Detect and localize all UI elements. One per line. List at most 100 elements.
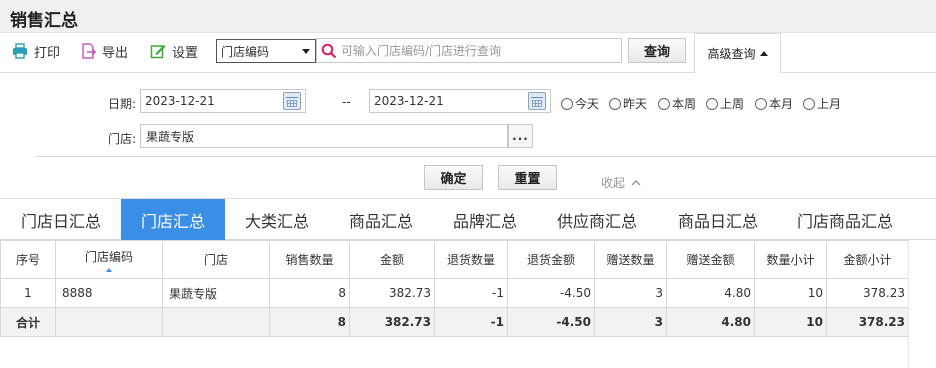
settings-edit-icon bbox=[150, 45, 166, 59]
date-to-value: 2023-12-21 bbox=[374, 94, 444, 108]
summary-cell: 8 bbox=[269, 307, 350, 337]
tab-product-daily-summary[interactable]: 商品日汇总 bbox=[666, 199, 770, 240]
column-header[interactable]: 退货数量 bbox=[434, 240, 508, 279]
table-header-row: 序号 门店编码 门店 销售数量 金额 退货数量 退货金额 赠送数量 赠送金额 数… bbox=[0, 240, 909, 279]
column-header[interactable]: 赠送数量 bbox=[594, 240, 667, 279]
table-cell: 8 bbox=[269, 278, 350, 308]
search-placeholder: 可输入门店编码/门店进行查询 bbox=[341, 44, 502, 58]
tab-store-summary[interactable]: 门店汇总 bbox=[121, 199, 225, 240]
summary-tabs: 门店日汇总 门店汇总 大类汇总 商品汇总 品牌汇总 供应商汇总 商品日汇总 门店… bbox=[0, 198, 936, 240]
printer-icon bbox=[13, 43, 27, 59]
column-header[interactable]: 数量小计 bbox=[754, 240, 827, 279]
radio-circle[interactable] bbox=[561, 97, 573, 110]
data-table: 序号 门店编码 门店 销售数量 金额 退货数量 退货金额 赠送数量 赠送金额 数… bbox=[0, 240, 909, 337]
export-button[interactable]: 导出 bbox=[80, 40, 128, 62]
radio-yesterday[interactable]: 昨天 bbox=[609, 95, 647, 112]
print-button[interactable]: 打印 bbox=[12, 40, 60, 62]
collapse-link[interactable]: 收起 bbox=[601, 174, 641, 191]
table-cell: 1 bbox=[0, 278, 56, 308]
search-icon bbox=[321, 43, 337, 58]
chevron-up-icon bbox=[631, 180, 641, 186]
store-picker-button[interactable]: ... bbox=[508, 124, 533, 148]
advanced-search-tab[interactable]: 高级查询 bbox=[694, 33, 781, 73]
column-header-sorted[interactable]: 门店编码 bbox=[55, 240, 163, 279]
radio-this-month[interactable]: 本月 bbox=[755, 95, 793, 112]
column-header[interactable]: 金额小计 bbox=[826, 240, 909, 279]
table-cell: -4.50 bbox=[507, 278, 595, 308]
store-value: 果蔬专版 bbox=[146, 129, 195, 144]
table-row[interactable]: 1 8888 果蔬专版 8 382.73 -1 -4.50 3 4.80 10 … bbox=[0, 278, 909, 308]
tab-product-summary[interactable]: 商品汇总 bbox=[338, 199, 424, 240]
page-title: 销售汇总 bbox=[10, 11, 78, 31]
table-cell: 10 bbox=[754, 278, 827, 308]
table-cell: -1 bbox=[434, 278, 508, 308]
radio-last-month[interactable]: 上月 bbox=[803, 95, 841, 112]
table-cell: 8888 bbox=[55, 278, 163, 308]
summary-cell: 3 bbox=[594, 307, 667, 337]
radio-label: 昨天 bbox=[623, 97, 648, 111]
date-separator: -- bbox=[342, 95, 351, 109]
tab-category-summary[interactable]: 大类汇总 bbox=[234, 199, 320, 240]
settings-button[interactable]: 设置 bbox=[150, 40, 198, 62]
summary-cell: -4.50 bbox=[507, 307, 595, 337]
calendar-icon[interactable] bbox=[528, 92, 546, 110]
radio-this-week[interactable]: 本周 bbox=[658, 95, 696, 112]
radio-today[interactable]: 今天 bbox=[561, 95, 599, 112]
radio-last-week[interactable]: 上周 bbox=[706, 95, 744, 112]
summary-cell bbox=[162, 307, 270, 337]
tab-supplier-summary[interactable]: 供应商汇总 bbox=[545, 199, 649, 240]
summary-cell: 4.80 bbox=[666, 307, 755, 337]
column-header[interactable]: 序号 bbox=[0, 240, 56, 279]
table-cell: 378.23 bbox=[826, 278, 909, 308]
summary-cell: 378.23 bbox=[826, 307, 909, 337]
column-header[interactable]: 销售数量 bbox=[269, 240, 350, 279]
caret-up-icon bbox=[759, 51, 768, 56]
radio-label: 上月 bbox=[817, 97, 842, 111]
radio-circle[interactable] bbox=[658, 97, 670, 110]
date-from-input[interactable]: 2023-12-21 bbox=[140, 89, 306, 113]
advanced-search-label: 高级查询 bbox=[707, 47, 756, 61]
search-input[interactable]: 可输入门店编码/门店进行查询 bbox=[316, 38, 622, 63]
summary-cell: 10 bbox=[754, 307, 827, 337]
table-cell: 4.80 bbox=[666, 278, 755, 308]
divider bbox=[36, 156, 936, 157]
radio-label: 今天 bbox=[575, 97, 600, 111]
radio-circle[interactable] bbox=[706, 97, 718, 110]
radio-circle[interactable] bbox=[803, 97, 815, 110]
summary-cell: 合计 bbox=[0, 307, 56, 337]
tab-store-product-summary[interactable]: 门店商品汇总 bbox=[786, 199, 904, 240]
tab-brand-summary[interactable]: 品牌汇总 bbox=[442, 199, 528, 240]
settings-label: 设置 bbox=[172, 45, 199, 61]
calendar-icon[interactable] bbox=[283, 92, 301, 110]
divider bbox=[0, 72, 694, 73]
title-bar: 销售汇总 bbox=[0, 0, 936, 33]
column-header[interactable]: 赠送金额 bbox=[666, 240, 755, 279]
summary-cell: -1 bbox=[434, 307, 508, 337]
divider bbox=[781, 72, 936, 73]
search-field-select[interactable]: 门店编码 bbox=[216, 39, 316, 63]
confirm-button[interactable]: 确定 bbox=[424, 165, 483, 190]
column-header[interactable]: 金额 bbox=[349, 240, 435, 279]
table-cell: 果蔬专版 bbox=[162, 278, 270, 308]
tab-store-daily-summary[interactable]: 门店日汇总 bbox=[10, 199, 112, 240]
table-cell: 3 bbox=[594, 278, 667, 308]
sort-ascending-icon bbox=[106, 267, 112, 272]
store-input[interactable]: 果蔬专版 bbox=[140, 124, 508, 148]
export-label: 导出 bbox=[102, 45, 129, 61]
date-label: 日期: bbox=[108, 97, 137, 111]
reset-button[interactable]: 重置 bbox=[498, 165, 557, 190]
query-button[interactable]: 查询 bbox=[628, 38, 686, 63]
date-to-input[interactable]: 2023-12-21 bbox=[369, 89, 551, 113]
radio-label: 本月 bbox=[769, 97, 794, 111]
column-header-label: 门店编码 bbox=[84, 249, 133, 264]
radio-circle[interactable] bbox=[609, 97, 621, 110]
radio-label: 本周 bbox=[672, 97, 697, 111]
store-label: 门店: bbox=[108, 132, 137, 146]
date-from-value: 2023-12-21 bbox=[145, 94, 215, 108]
collapse-label: 收起 bbox=[601, 176, 626, 190]
print-label: 打印 bbox=[34, 45, 61, 61]
column-header[interactable]: 门店 bbox=[162, 240, 270, 279]
column-header[interactable]: 退货金额 bbox=[507, 240, 595, 279]
summary-cell: 382.73 bbox=[349, 307, 435, 337]
radio-circle[interactable] bbox=[755, 97, 767, 110]
